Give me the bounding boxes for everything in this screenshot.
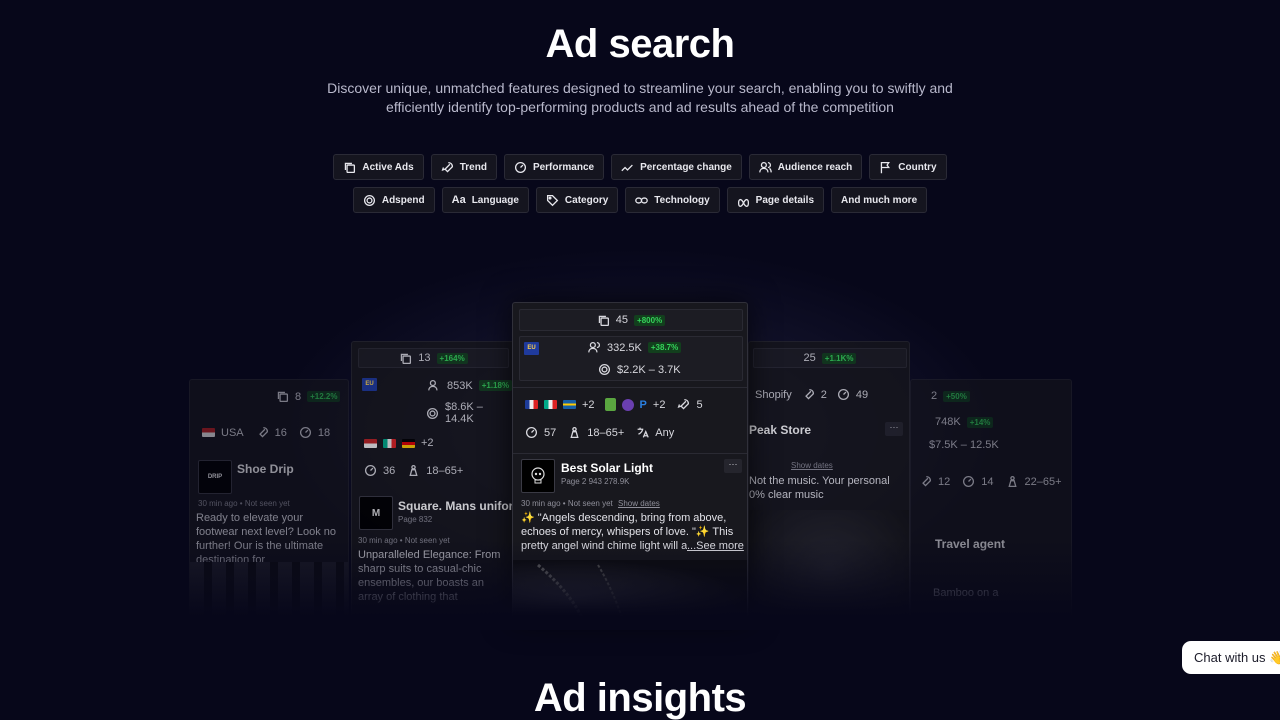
gauge-icon xyxy=(837,388,849,401)
se-flag-icon xyxy=(563,400,576,409)
chip-language[interactable]: Aa Language xyxy=(441,187,529,213)
show-dates-link[interactable]: Show dates xyxy=(791,461,833,470)
ad-card-travel-agent[interactable]: 2 +50% 748K +14% $7.5K – 12.5K 12 14 22–… xyxy=(910,379,1072,619)
page-logo xyxy=(521,459,555,493)
chip-country[interactable]: Country xyxy=(869,154,947,180)
region-badge: EU xyxy=(362,378,377,391)
feature-chips-row-2: Adspend Aa Language Category Technology … xyxy=(0,187,1280,213)
see-more-link[interactable]: ...See more xyxy=(687,539,744,553)
chip-performance[interactable]: Performance xyxy=(503,154,605,180)
section-title-insights: Ad insights xyxy=(533,676,747,720)
chain-image xyxy=(537,563,624,619)
page-name[interactable]: Shoe Drip xyxy=(237,462,294,476)
rocket-icon xyxy=(678,398,690,410)
page-logo: DRIP xyxy=(198,460,232,494)
it-flag-icon xyxy=(544,400,557,409)
show-dates-link[interactable]: Show dates xyxy=(618,499,660,508)
page-meta: Page 832 xyxy=(398,515,433,524)
countries-tech-row: +2 P +2 5 xyxy=(525,398,703,411)
ad-media xyxy=(190,562,348,618)
chip-audience-reach[interactable]: Audience reach xyxy=(748,154,863,180)
copy-icon xyxy=(598,315,609,326)
chip-category[interactable]: Category xyxy=(535,187,619,213)
us-flag-icon xyxy=(364,438,377,448)
region-badge: EU xyxy=(524,342,539,355)
reach-spend-panel: EU 332.5K +38.7% $2.2K – 3.7K xyxy=(519,336,743,381)
ad-time-row: 30 min ago • Not seen yet Show dates xyxy=(521,499,660,508)
chip-page-details[interactable]: Page details xyxy=(726,187,825,213)
chip-active-ads[interactable]: Active Ads xyxy=(333,154,424,180)
page-subtitle: Discover unique, unmatched features desi… xyxy=(327,80,953,115)
target-icon xyxy=(426,407,439,419)
users-icon xyxy=(758,161,772,172)
rocket-icon xyxy=(441,161,453,172)
copy-icon xyxy=(277,391,289,403)
ad-card-best-solar-light[interactable]: 45 +800% EU 332.5K +38.7% $2.2K – 3.7K +… xyxy=(512,302,748,620)
ad-description: Bamboo on a xyxy=(933,587,999,599)
copy-icon xyxy=(401,353,412,364)
perf-age-lang-row: 57 18–65+ Any xyxy=(525,426,674,439)
copy-icon xyxy=(345,162,356,173)
rocket-icon xyxy=(804,388,814,400)
text-size-icon: Aa xyxy=(451,194,466,206)
page-meta: Page 2 943 278.9K xyxy=(561,477,630,486)
active-ads-stat: 45 +800% xyxy=(519,309,743,331)
ad-time: 30 min ago • Not seen yet xyxy=(358,536,450,545)
ad-description: Not the music. Your personal 0% clear mu… xyxy=(749,475,890,501)
rocket-icon xyxy=(258,426,268,438)
page-name[interactable]: Peak Store xyxy=(749,423,811,437)
woocommerce-icon xyxy=(621,398,634,411)
ad-media xyxy=(513,560,747,619)
ad-media xyxy=(749,510,909,620)
tag-icon xyxy=(546,194,559,206)
more-options-button[interactable]: ··· xyxy=(885,422,903,436)
skull-icon xyxy=(531,467,545,484)
gauge-icon xyxy=(299,426,311,439)
gauge-icon xyxy=(963,475,975,488)
translate-icon xyxy=(637,427,650,438)
chip-percentage-change[interactable]: Percentage change xyxy=(611,154,742,180)
page-name[interactable]: Square. Mans uniform xyxy=(398,499,513,513)
gauge-icon xyxy=(514,161,526,173)
us-flag-icon xyxy=(202,428,215,437)
adspend-range: $7.5K – 12.5K xyxy=(929,439,999,451)
person-icon xyxy=(409,464,418,477)
gauge-icon xyxy=(364,464,377,477)
meta-icon xyxy=(737,198,749,207)
chat-with-us-button[interactable]: Chat with us 👋 xyxy=(1182,641,1280,674)
person-icon xyxy=(1007,475,1017,488)
ad-card-shoe-drip[interactable]: 8 +12.2% USA 16 18 DRIP Shoe Drip 30 min… xyxy=(189,379,349,619)
ad-time: 30 min ago • Not seen yet xyxy=(198,499,290,508)
users-icon xyxy=(588,341,601,353)
ad-description: Ready to elevate your footwear next leve… xyxy=(196,512,337,566)
rocket-icon xyxy=(922,475,932,487)
users-icon xyxy=(428,379,438,391)
feature-chips-row-1: Active Ads Trend Performance Percentage … xyxy=(0,154,1280,180)
ad-card-peak-store[interactable]: 25 +1.1K% Shopify 2 49 ··· Peak Store Sh… xyxy=(748,341,910,621)
target-icon xyxy=(598,363,611,376)
de-flag-icon xyxy=(402,438,415,448)
link-icon xyxy=(635,196,649,204)
paypal-icon: P xyxy=(639,398,647,411)
chip-trend[interactable]: Trend xyxy=(430,154,497,180)
chip-adspend[interactable]: Adspend xyxy=(352,187,435,213)
page-name[interactable]: Best Solar Light xyxy=(561,461,653,475)
page-logo: M xyxy=(359,496,393,530)
fr-flag-icon xyxy=(525,400,538,409)
chip-technology[interactable]: Technology xyxy=(625,187,720,213)
chip-more[interactable]: And much more xyxy=(831,187,928,213)
more-options-button[interactable]: ··· xyxy=(724,459,742,473)
page-name[interactable]: Travel agent xyxy=(935,537,1005,551)
target-icon xyxy=(363,194,375,206)
ad-description: Unparalleled Elegance: From sharp suits … xyxy=(358,549,501,603)
ad-card-square[interactable]: 13 +164% EU 853K +1.18% $8.6K – 14.4K +2… xyxy=(351,341,514,621)
page-title: Ad search xyxy=(545,22,735,66)
flag-icon xyxy=(881,161,891,173)
shopify-icon xyxy=(604,398,616,411)
trend-line-icon xyxy=(621,164,633,171)
gauge-icon xyxy=(525,426,538,439)
it-flag-icon xyxy=(383,438,396,448)
person-icon xyxy=(570,426,579,439)
